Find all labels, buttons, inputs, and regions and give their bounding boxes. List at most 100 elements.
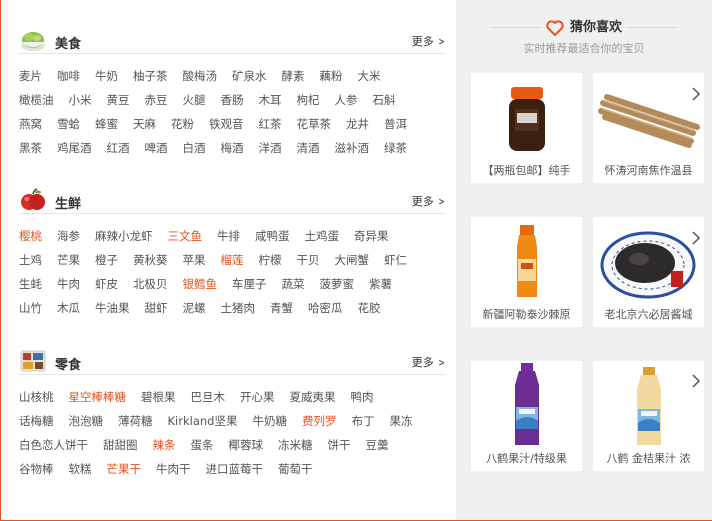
keyword-link[interactable]: 牛肉干 [156,457,191,481]
keyword-link[interactable]: 谷物棒 [19,457,54,481]
keyword-link[interactable]: 鸭肉 [351,385,374,409]
keyword-link[interactable]: 葡萄干 [278,457,313,481]
keyword-link[interactable]: 木耳 [259,88,282,112]
keyword-link[interactable]: 洋酒 [259,136,282,160]
keyword-link[interactable]: 酸梅汤 [183,64,218,88]
keyword-link[interactable]: 酵素 [282,64,305,88]
keyword-link-highlighted[interactable]: 榴莲 [221,248,244,272]
keyword-link[interactable]: 牛油果 [95,296,130,320]
keyword-link[interactable]: 麦片 [19,64,42,88]
keyword-link[interactable]: 冻米糖 [278,433,313,457]
keyword-link[interactable]: 大闸蟹 [335,248,370,272]
keyword-link[interactable]: 花胶 [358,296,381,320]
keyword-link[interactable]: 甜虾 [145,296,168,320]
keyword-link[interactable]: 矿泉水 [232,64,267,88]
keyword-link[interactable]: 藕粉 [320,64,343,88]
keyword-link[interactable]: Kirkland坚果 [168,409,238,433]
keyword-link[interactable]: 龙井 [346,112,369,136]
keyword-link[interactable]: 铁观音 [209,112,244,136]
keyword-link[interactable]: 清酒 [297,136,320,160]
keyword-link[interactable]: 麻辣小龙虾 [95,224,153,248]
keyword-link[interactable]: 甜甜圈 [103,433,138,457]
keyword-link[interactable]: 花草茶 [297,112,332,136]
keyword-link[interactable]: 北极贝 [133,272,168,296]
keyword-link[interactable]: 花粉 [171,112,194,136]
keyword-link[interactable]: 泡泡糖 [69,409,104,433]
keyword-link-highlighted[interactable]: 三文鱼 [168,224,203,248]
keyword-link[interactable]: 碧根果 [141,385,176,409]
keyword-link[interactable]: 人参 [335,88,358,112]
keyword-link[interactable]: 果冻 [389,409,412,433]
keyword-link[interactable]: 小米 [69,88,92,112]
keyword-link[interactable]: 干贝 [297,248,320,272]
keyword-link[interactable]: 燕窝 [19,112,42,136]
keyword-link[interactable]: 蔬菜 [282,272,305,296]
keyword-link[interactable]: 椰蓉球 [229,433,264,457]
keyword-link[interactable]: 咖啡 [57,64,80,88]
keyword-link[interactable]: 牛肉 [57,272,80,296]
chevron-right-icon[interactable] [690,373,702,389]
chevron-right-icon[interactable] [690,230,702,246]
keyword-link[interactable]: 饼干 [328,433,351,457]
keyword-link[interactable]: 牛奶 [95,64,118,88]
keyword-link[interactable]: 赤豆 [145,88,168,112]
keyword-link[interactable]: 虾仁 [384,248,407,272]
keyword-link-highlighted[interactable]: 辣条 [153,433,176,457]
keyword-link[interactable]: 紫薯 [369,272,392,296]
keyword-link[interactable]: 鸡尾酒 [57,136,92,160]
keyword-link-highlighted[interactable]: 银鳕鱼 [183,272,218,296]
keyword-link[interactable]: 蜂蜜 [95,112,118,136]
keyword-link[interactable]: 咸鸭蛋 [255,224,290,248]
more-link[interactable]: 更多 > [412,193,446,209]
keyword-link[interactable]: 滋补酒 [335,136,370,160]
product-card[interactable]: 怀涛河南焦作温县 [593,73,704,183]
keyword-link[interactable]: 大米 [358,64,381,88]
keyword-link[interactable]: 牛排 [217,224,240,248]
keyword-link[interactable]: 豆羹 [366,433,389,457]
keyword-link[interactable]: 啤酒 [145,136,168,160]
keyword-link[interactable]: 红酒 [107,136,130,160]
keyword-link[interactable]: 雪蛤 [57,112,80,136]
keyword-link[interactable]: 火腿 [183,88,206,112]
keyword-link[interactable]: 黄秋葵 [133,248,168,272]
keyword-link[interactable]: 橙子 [95,248,118,272]
keyword-link[interactable]: 枸杞 [297,88,320,112]
keyword-link[interactable]: 虾皮 [95,272,118,296]
more-link[interactable]: 更多 > [412,354,446,370]
keyword-link[interactable]: 牛奶糖 [252,409,287,433]
keyword-link[interactable]: 白酒 [183,136,206,160]
keyword-link[interactable]: 石斛 [373,88,396,112]
keyword-link[interactable]: 橄榄油 [19,88,54,112]
keyword-link[interactable]: 巴旦木 [191,385,226,409]
keyword-link[interactable]: 柚子茶 [133,64,168,88]
chevron-right-icon[interactable] [690,86,702,102]
keyword-link[interactable]: 山核桃 [19,385,54,409]
keyword-link[interactable]: 菠萝蜜 [320,272,355,296]
keyword-link[interactable]: 木瓜 [57,296,80,320]
keyword-link-highlighted[interactable]: 芒果干 [107,457,142,481]
keyword-link-highlighted[interactable]: 星空棒棒糖 [69,385,127,409]
keyword-link[interactable]: 布丁 [351,409,374,433]
keyword-link[interactable]: 青蟹 [270,296,293,320]
keyword-link-highlighted[interactable]: 费列罗 [302,409,337,433]
keyword-link[interactable]: 软糕 [69,457,92,481]
keyword-link[interactable]: 黑茶 [19,136,42,160]
product-card[interactable]: 【两瓶包邮】纯手 [471,73,582,183]
keyword-link[interactable]: 奇异果 [354,224,389,248]
keyword-link[interactable]: 普洱 [384,112,407,136]
keyword-link[interactable]: 话梅糖 [19,409,54,433]
keyword-link[interactable]: 生蚝 [19,272,42,296]
keyword-link[interactable]: 红茶 [259,112,282,136]
keyword-link[interactable]: 天麻 [133,112,156,136]
product-card[interactable]: 八鹤果汁/特级果 [471,361,582,471]
keyword-link[interactable]: 海参 [57,224,80,248]
product-card[interactable]: 八鹤 金桔果汁 浓 [593,361,704,471]
keyword-link[interactable]: 白色恋人饼干 [19,433,88,457]
keyword-link[interactable]: 泥螺 [183,296,206,320]
keyword-link[interactable]: 柠檬 [259,248,282,272]
keyword-link[interactable]: 土鸡蛋 [305,224,340,248]
keyword-link[interactable]: 进口蓝莓干 [206,457,264,481]
keyword-link[interactable]: 苹果 [183,248,206,272]
keyword-link[interactable]: 薄荷糖 [118,409,153,433]
keyword-link[interactable]: 哈密瓜 [308,296,343,320]
